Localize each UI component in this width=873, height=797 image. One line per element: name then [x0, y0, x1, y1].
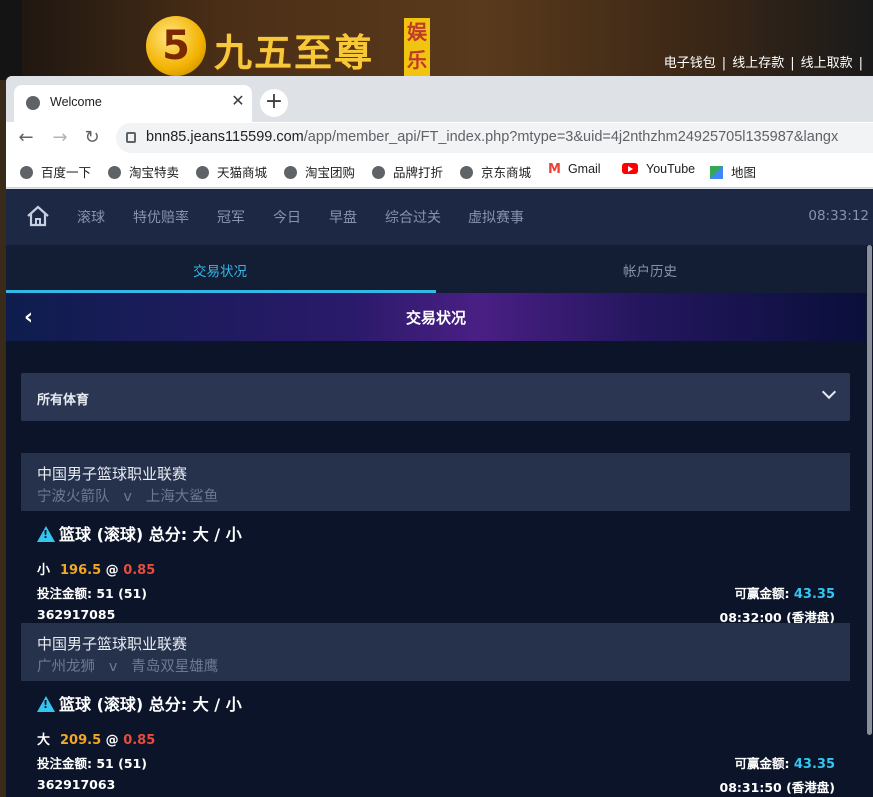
- bet-details: 篮球 (滚球) 总分: 大 / 小 大209.5 @ 0.85 投注金额: 51…: [21, 681, 850, 795]
- nav-best-odds[interactable]: 特优赔率: [133, 207, 189, 227]
- home-icon[interactable]: [26, 205, 50, 227]
- bookmark-taobao-group[interactable]: 淘宝团购: [284, 162, 355, 181]
- page-content: 滚球 特优赔率 冠军 今日 早盘 综合过关 虚拟赛事 08:33:12 交易状况…: [6, 189, 873, 797]
- link-deposit[interactable]: 线上存款: [732, 56, 784, 71]
- browser-tab[interactable]: Welcome ✕: [14, 85, 252, 122]
- bet-selection: 大 209.5 @ 0.85: [37, 733, 156, 748]
- status-tabs: 交易状况 帐户历史: [6, 245, 866, 293]
- url-text: bnn85.jeans115599.com/app/member_api/FT_…: [146, 129, 839, 145]
- league-name: 中国男子篮球职业联赛: [37, 635, 188, 653]
- warning-icon: [37, 696, 55, 712]
- tab-account-history[interactable]: 帐户历史: [623, 260, 677, 280]
- potential-win: 可赢金额: 43.35: [734, 756, 835, 772]
- tab-strip: Welcome ✕ +: [6, 76, 873, 122]
- gmail-icon: M: [548, 162, 561, 177]
- globe-icon: [26, 96, 40, 110]
- maps-icon: [710, 166, 723, 179]
- stake-amount: 投注金额: 51 (51): [37, 586, 147, 601]
- top-nav: 滚球 特优赔率 冠军 今日 早盘 综合过关 虚拟赛事 08:33:12: [6, 189, 873, 245]
- link-withdraw[interactable]: 线上取款: [801, 56, 853, 71]
- globe-icon: [20, 166, 33, 179]
- site-links: 电子钱包 | 线上存款 | 线上取款 |: [663, 56, 863, 71]
- bet-time: 08:31:50 (香港盘): [719, 780, 835, 795]
- globe-icon: [284, 166, 297, 179]
- reload-icon[interactable]: ↻: [80, 126, 104, 150]
- link-wallet[interactable]: 电子钱包: [664, 56, 716, 71]
- lock-icon: [126, 132, 136, 143]
- bet-header: 中国男子篮球职业联赛 广州龙狮 v 青岛双星雄鹰: [21, 623, 850, 681]
- address-bar[interactable]: bnn85.jeans115599.com/app/member_api/FT_…: [116, 123, 873, 153]
- potential-win: 可赢金额: 43.35: [734, 586, 835, 602]
- page-title: 交易状况: [405, 309, 466, 327]
- globe-icon: [196, 166, 209, 179]
- sport-filter-dropdown[interactable]: 所有体育: [21, 373, 850, 421]
- globe-icon: [460, 166, 473, 179]
- nav-outright[interactable]: 冠军: [217, 207, 245, 227]
- globe-icon: [108, 166, 121, 179]
- bookmark-brand-discount[interactable]: 品牌打折: [372, 162, 443, 181]
- nav-virtual[interactable]: 虚拟赛事: [468, 207, 524, 227]
- sport-filter-label: 所有体育: [37, 393, 90, 408]
- forward-arrow-icon[interactable]: →: [48, 126, 72, 150]
- browser-window: Welcome ✕ + ← → ↻ bnn85.jeans115599.com/…: [6, 76, 873, 797]
- close-icon[interactable]: ✕: [228, 91, 248, 111]
- bookmark-maps[interactable]: 地图: [710, 162, 756, 181]
- ticket-id: 362917085: [37, 607, 116, 622]
- bookmark-gmail[interactable]: M Gmail: [548, 162, 601, 177]
- back-arrow-icon[interactable]: ←: [14, 126, 38, 150]
- bet-card: 中国男子篮球职业联赛 广州龙狮 v 青岛双星雄鹰 篮球 (滚球) 总分: 大 /…: [21, 623, 850, 795]
- league-name: 中国男子篮球职业联赛: [37, 465, 188, 483]
- youtube-icon: [622, 163, 638, 174]
- logo-text: 九五至尊: [214, 30, 375, 75]
- tab-title: Welcome: [50, 95, 102, 109]
- site-banner: 5 九五至尊 娱乐城 电子钱包|线上存款|线上取款|: [0, 0, 873, 100]
- bet-market: 篮球 (滚球) 总分: 大 / 小: [37, 521, 242, 545]
- banner-edge: [0, 0, 22, 80]
- bookmarks-bar: 百度一下 淘宝特卖 天猫商城 淘宝团购 品牌打折 京东商城 M Gmail You…: [6, 154, 873, 188]
- logo-emblem: 5: [146, 16, 206, 76]
- bookmark-baidu[interactable]: 百度一下: [20, 162, 91, 181]
- nav-today[interactable]: 今日: [273, 207, 301, 227]
- nav-live[interactable]: 滚球: [77, 207, 105, 227]
- new-tab-button[interactable]: +: [260, 89, 288, 117]
- ticket-id: 362917063: [37, 777, 116, 792]
- match-teams: 宁波火箭队 v 上海大鲨鱼: [37, 489, 219, 505]
- match-teams: 广州龙狮 v 青岛双星雄鹰: [37, 659, 219, 675]
- warning-icon: [37, 526, 55, 542]
- clock: 08:33:12: [808, 208, 869, 224]
- globe-icon: [372, 166, 385, 179]
- stake-amount: 投注金额: 51 (51): [37, 756, 147, 771]
- bet-market: 篮球 (滚球) 总分: 大 / 小: [37, 691, 242, 715]
- bookmark-jd[interactable]: 京东商城: [460, 162, 531, 181]
- bet-details: 篮球 (滚球) 总分: 大 / 小 小196.5 @ 0.85 投注金额: 51…: [21, 511, 850, 625]
- page-scrollbar[interactable]: [866, 245, 873, 797]
- chevron-down-icon: [821, 384, 837, 400]
- bookmark-youtube[interactable]: YouTube: [622, 162, 695, 176]
- page-header: ‹ 交易状况: [6, 293, 866, 341]
- browser-toolbar: ← → ↻ bnn85.jeans115599.com/app/member_a…: [6, 122, 873, 154]
- bookmark-tmall[interactable]: 天猫商城: [196, 162, 267, 181]
- bet-selection: 小 196.5 @ 0.85: [37, 563, 156, 578]
- bet-card: 中国男子篮球职业联赛 宁波火箭队 v 上海大鲨鱼 篮球 (滚球) 总分: 大 /…: [21, 453, 850, 625]
- nav-parlay[interactable]: 综合过关: [385, 207, 441, 227]
- logo-badge: 娱乐城: [404, 18, 430, 100]
- scrollbar-thumb[interactable]: [867, 245, 872, 735]
- bookmark-taobao-sale[interactable]: 淘宝特卖: [108, 162, 179, 181]
- nav-early[interactable]: 早盘: [329, 207, 357, 227]
- tab-transaction-status[interactable]: 交易状况: [193, 260, 247, 280]
- bet-header: 中国男子篮球职业联赛 宁波火箭队 v 上海大鲨鱼: [21, 453, 850, 511]
